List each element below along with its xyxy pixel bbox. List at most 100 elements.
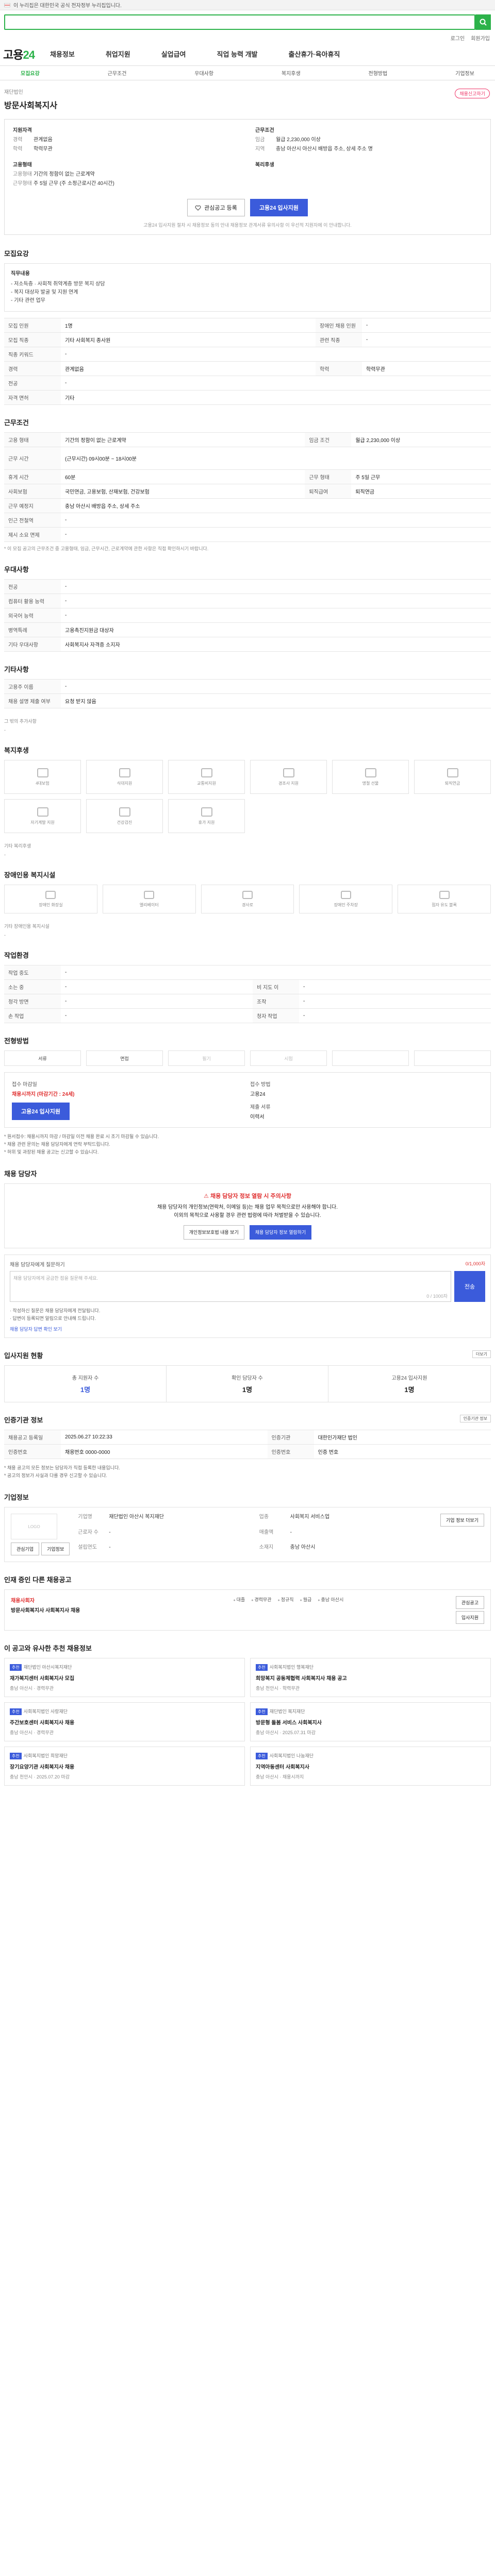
- table-label: 병역특례: [4, 622, 61, 637]
- login-link[interactable]: 로그인: [451, 34, 465, 42]
- tab-company[interactable]: 기업정보: [455, 69, 474, 77]
- search-button[interactable]: [475, 14, 491, 30]
- recommend-card[interactable]: 추천 사회복지법인 희망재단 장기요양기관 사회복지사 채용 충남 천안시 · 202…: [4, 1747, 245, 1786]
- braille-icon: [439, 890, 450, 899]
- recommend-card[interactable]: 추천 사회복지법인 나눔재단 지역아동센터 사회복지사 충남 아산시 · 채용시까지: [250, 1747, 491, 1786]
- gift-icon: [283, 768, 294, 777]
- info-table: 채용공고 등록일 2025.06.27 10:22:33 인증기관 대한인가재단 법인…: [4, 1430, 491, 1459]
- table-label: 퇴직급여: [305, 484, 352, 499]
- nav-item-jobs[interactable]: 채용정보: [50, 49, 75, 59]
- rec-company: 사회복지법인 사랑재단: [23, 1709, 68, 1714]
- answer-link[interactable]: 채용 담당자 답변 확인 보기: [10, 1326, 485, 1332]
- title-area: 재단법인 방문사회복지사 채용신고하기: [0, 80, 495, 115]
- recommend-card[interactable]: 추천 사회복지법인 행복재단 희망복지 공동체협력 사회복지사 채용 공고 충남 천안…: [250, 1658, 491, 1697]
- other-job-scrap-button[interactable]: 관심공고: [455, 1596, 484, 1609]
- table-value: 채용번호 0000-0000: [61, 1444, 268, 1459]
- table-label: 인증기관: [267, 1430, 314, 1445]
- recommend-card[interactable]: 추천 사회복지법인 사랑재단 주간보호센터 사회복지사 채용 충남 아산시 · 경력무…: [4, 1702, 245, 1741]
- search-input[interactable]: [4, 14, 475, 30]
- section-contact-title: 채용 담당자: [4, 1170, 37, 1178]
- table-label: 직종 키워드: [4, 347, 61, 362]
- facility-label: 경사로: [241, 902, 254, 907]
- follow-company-button[interactable]: 관심기업: [11, 1543, 40, 1555]
- tab-preferences[interactable]: 우대사항: [194, 69, 213, 77]
- signup-link[interactable]: 회원가입: [471, 34, 490, 42]
- section-process-title: 전형방법: [4, 1037, 29, 1045]
- recommend-card[interactable]: 추천 재단법인 아산시복지재단 재가복지센터 사회복지사 모집 충남 아산시 · 경력…: [4, 1658, 245, 1697]
- summary-qual-heading: 지원자격: [13, 128, 32, 133]
- rec-meta: 충남 천안시 · 2025.07.20 마감: [10, 1774, 70, 1780]
- stats-more-link[interactable]: 더보기: [472, 1350, 491, 1358]
- vacation-icon: [201, 807, 212, 817]
- other-job-apply-button[interactable]: 입사지원: [455, 1611, 484, 1624]
- job-desc-line: - 복지 대상자 발굴 및 지원 연계: [11, 290, 78, 295]
- facility-label: 장애인 화장실: [39, 902, 63, 907]
- apply-button[interactable]: 고용24 입사지원: [250, 199, 308, 216]
- question-textarea[interactable]: 채용 담당자에게 궁금한 점을 질문해 주세요. 0 / 1000자: [10, 1271, 451, 1302]
- privacy-law-button[interactable]: 개인정보보호법 내용 보기: [183, 1225, 244, 1240]
- table-value: -: [299, 994, 491, 1009]
- table-value: 60분: [61, 469, 305, 484]
- process-apply-button[interactable]: 고용24 입사지원: [12, 1103, 70, 1120]
- company-more-button[interactable]: 기업 정보 더보기: [440, 1514, 484, 1527]
- table-label: 채용 설명 제출 여부: [4, 693, 61, 708]
- table-label: 모집 인원: [4, 318, 61, 333]
- process-step: 면접: [86, 1050, 163, 1066]
- page: 이 누리집은 대한민국 공식 전자정부 누리집입니다. 로그인 회원가입 고용2…: [0, 0, 495, 1804]
- present-icon: [365, 768, 376, 777]
- question-label: 채용 담당자에게 질문하기: [10, 1262, 65, 1268]
- summary-qualification: 지원자격 경력 관계없음 학력 학력무관: [13, 126, 240, 155]
- report-button[interactable]: 채용신고하기: [455, 89, 490, 98]
- table-value: -: [362, 332, 491, 347]
- section-info-title: 인증기관 정보 인증기관 정보: [4, 1415, 491, 1425]
- other-job-title[interactable]: 방문사회복지사 사회복지사 채용: [11, 1606, 225, 1614]
- facility-item: 장애인 주차장: [299, 885, 393, 913]
- nav-item-training[interactable]: 직업 능력 개발: [217, 49, 258, 59]
- welfare-label: 명절 선물: [362, 781, 379, 786]
- tab-welfare[interactable]: 복지후생: [282, 69, 301, 77]
- tab-conditions[interactable]: 근무조건: [108, 69, 127, 77]
- nav-item-support[interactable]: 취업지원: [106, 49, 130, 59]
- tab-recruit[interactable]: 모집요강: [21, 69, 40, 77]
- table-label: 청각 방면: [4, 994, 61, 1009]
- table-row: 근무 시간 (근무시간) 09시00분 ~ 18시00분: [4, 447, 491, 470]
- note-line: * 원서접수: 채용시까지 마감 / 마감일 이전 채용 완료 시 조기 마감될…: [4, 1134, 159, 1139]
- table-label: 작업 중도: [4, 965, 61, 980]
- welfare-label: 휴가 지원: [198, 820, 215, 825]
- stat-label: 총 지원자 수: [72, 1376, 99, 1381]
- summary-type: 고용형태 고용형태 기간의 정함이 없는 근로계약 근무형태 주 5일 근무 (주 …: [13, 160, 240, 190]
- type-label: 고용형태: [13, 172, 32, 177]
- question-send-button[interactable]: 전송: [454, 1271, 485, 1302]
- table-label: 근무 예정지: [4, 498, 61, 513]
- table-label: 컴퓨터 활용 능력: [4, 594, 61, 608]
- recommend-card[interactable]: 추천 재단법인 복지재단 방문형 돌봄 서비스 사회복지사 충남 아산시 · 2025…: [250, 1702, 491, 1741]
- table-row: 전공 -: [4, 376, 491, 391]
- table-value: -: [61, 1008, 253, 1023]
- table-value: 기타: [61, 390, 491, 405]
- stat-value: 1명: [80, 1386, 91, 1394]
- rec-company: 재단법인 아산시복지재단: [23, 1665, 72, 1670]
- view-contact-button[interactable]: 채용 담당자 정보 열람하기: [249, 1225, 312, 1240]
- nav-item-unemployment[interactable]: 실업급여: [161, 49, 186, 59]
- tab-process[interactable]: 전형방법: [369, 69, 388, 77]
- table-value: -: [61, 347, 491, 362]
- info-more-button[interactable]: 인증기관 정보: [459, 1415, 491, 1422]
- table-label: 비 지도 이: [253, 979, 299, 994]
- table-row: 채용공고 등록일 2025.06.27 10:22:33 인증기관 대한인가재단 법인: [4, 1430, 491, 1445]
- company-value: 재단법인 아산시 복지재단: [109, 1514, 164, 1520]
- docs-label: 제출 서류: [250, 1105, 271, 1110]
- char-count: 0 / 1000자: [426, 1294, 448, 1299]
- welfare-label: 식대지원: [117, 781, 133, 786]
- etc-sub-label: 그 밖의 추가사항: [4, 719, 37, 724]
- keyword: 월급: [300, 1596, 312, 1624]
- nav-item-leave[interactable]: 출산휴가·육아휴직: [288, 49, 340, 59]
- table-label: 경력: [4, 361, 61, 376]
- table-label: 인근 전철역: [4, 513, 61, 528]
- ramp-icon: [242, 890, 253, 899]
- summary-welfare: 복리후생: [255, 160, 482, 190]
- table-label: 조작: [253, 994, 299, 1009]
- logo[interactable]: 고용24: [3, 46, 35, 62]
- company-info-button[interactable]: 기업정보: [41, 1543, 70, 1555]
- scrap-button[interactable]: 관심공고 등록: [187, 199, 245, 216]
- deadline-block: 접수 마감일 채용시까지 (마감기간 : 24세) 고용24 입사지원: [12, 1080, 245, 1120]
